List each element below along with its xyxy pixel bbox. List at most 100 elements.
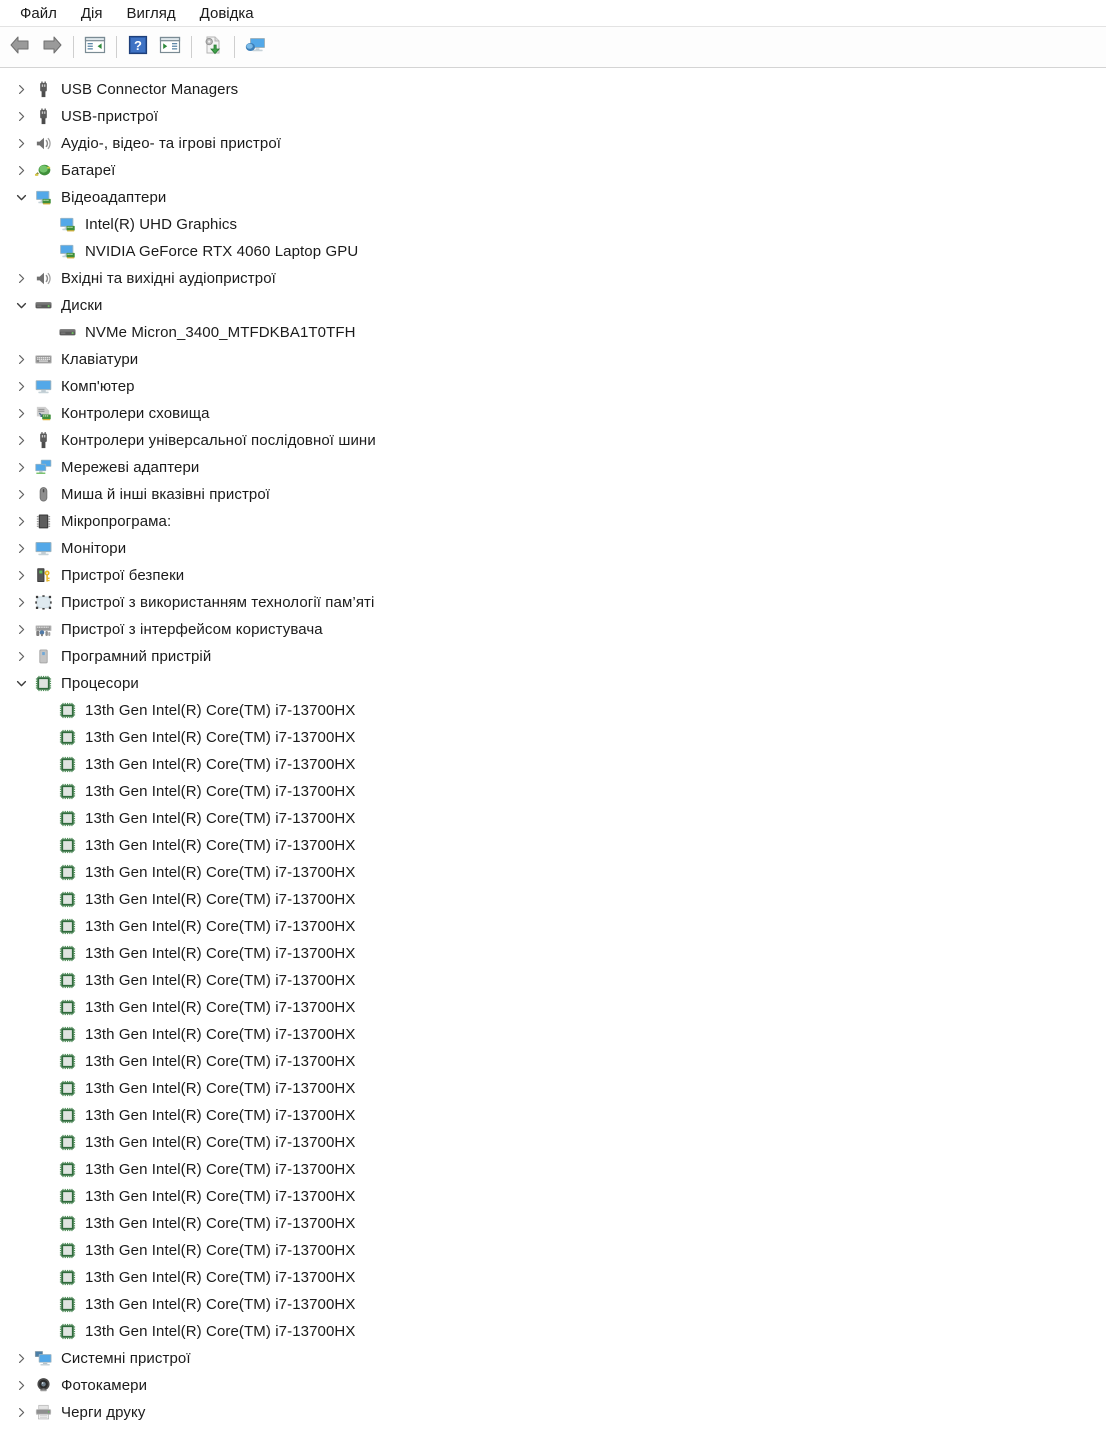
processor-chip-icon	[33, 674, 53, 694]
tree-item-label: Черги друку	[61, 1404, 146, 1421]
chevron-right-icon[interactable]	[9, 543, 33, 554]
update-driver-button[interactable]	[197, 32, 229, 62]
chevron-down-icon[interactable]	[9, 192, 33, 203]
tree-item-processor-core[interactable]: 13th Gen Intel(R) Core(TM) i7-13700HX	[0, 886, 1106, 913]
chevron-right-icon[interactable]	[9, 516, 33, 527]
properties-button[interactable]	[154, 32, 186, 62]
tree-item-processor-core[interactable]: 13th Gen Intel(R) Core(TM) i7-13700HX	[0, 994, 1106, 1021]
tree-item-processor-core[interactable]: 13th Gen Intel(R) Core(TM) i7-13700HX	[0, 697, 1106, 724]
tree-item-firmware[interactable]: Мікропрограма:	[0, 508, 1106, 535]
help-button[interactable]: ?	[122, 32, 154, 62]
device-tree: USB Connector Managers USB-пристрої Ауді…	[0, 71, 1106, 1426]
back-button[interactable]	[4, 32, 36, 62]
tree-item-memory-technology-devices[interactable]: Пристрої з використанням технології пам’…	[0, 589, 1106, 616]
tree-item-storage-controllers[interactable]: Контролери сховища	[0, 400, 1106, 427]
tree-item-processor-core[interactable]: 13th Gen Intel(R) Core(TM) i7-13700HX	[0, 1291, 1106, 1318]
tree-item-processor-core[interactable]: 13th Gen Intel(R) Core(TM) i7-13700HX	[0, 805, 1106, 832]
tree-item-processor-core[interactable]: 13th Gen Intel(R) Core(TM) i7-13700HX	[0, 1237, 1106, 1264]
tree-item-usb-controllers[interactable]: Контролери універсальної послідовної шин…	[0, 427, 1106, 454]
tree-item-batteries[interactable]: Батареї	[0, 157, 1106, 184]
chevron-right-icon[interactable]	[9, 273, 33, 284]
tree-item-disk-drives[interactable]: Диски	[0, 292, 1106, 319]
chevron-right-icon[interactable]	[9, 570, 33, 581]
tree-item-network-adapters[interactable]: Мережеві адаптери	[0, 454, 1106, 481]
tree-item-processor-core[interactable]: 13th Gen Intel(R) Core(TM) i7-13700HX	[0, 1021, 1106, 1048]
device-tree-panel[interactable]: USB Connector Managers USB-пристрої Ауді…	[0, 70, 1106, 1449]
tree-item-processor-core[interactable]: 13th Gen Intel(R) Core(TM) i7-13700HX	[0, 1318, 1106, 1345]
tree-item-processor-core[interactable]: 13th Gen Intel(R) Core(TM) i7-13700HX	[0, 751, 1106, 778]
menu-help[interactable]: Довідка	[188, 3, 266, 24]
tree-item-audio-video-game-controllers[interactable]: Аудіо-, відео- та ігрові пристрої	[0, 130, 1106, 157]
tree-item-mice-pointing-devices[interactable]: Миша й інші вказівні пристрої	[0, 481, 1106, 508]
tree-item-human-interface-devices[interactable]: Пристрої з інтерфейсом користувача	[0, 616, 1106, 643]
chevron-right-icon[interactable]	[9, 381, 33, 392]
tree-item-processor-core[interactable]: 13th Gen Intel(R) Core(TM) i7-13700HX	[0, 724, 1106, 751]
tree-item-display-adapters[interactable]: Відеоадаптери	[0, 184, 1106, 211]
tree-item-label: Миша й інші вказівні пристрої	[61, 486, 271, 503]
tree-item-label: Мікропрограма:	[61, 513, 172, 530]
tree-item-label: 13th Gen Intel(R) Core(TM) i7-13700HX	[85, 1242, 356, 1259]
tree-item-label: 13th Gen Intel(R) Core(TM) i7-13700HX	[85, 756, 356, 773]
tree-item-processor-core[interactable]: 13th Gen Intel(R) Core(TM) i7-13700HX	[0, 1210, 1106, 1237]
tree-item-monitors[interactable]: Монітори	[0, 535, 1106, 562]
tree-item-keyboards[interactable]: Клавіатури	[0, 346, 1106, 373]
tree-item-usb-connector-managers[interactable]: USB Connector Managers	[0, 76, 1106, 103]
chevron-right-icon[interactable]	[9, 435, 33, 446]
chevron-right-icon[interactable]	[9, 624, 33, 635]
chevron-right-icon[interactable]	[9, 84, 33, 95]
processor-chip-icon	[57, 971, 77, 991]
tree-item-processor-core[interactable]: 13th Gen Intel(R) Core(TM) i7-13700HX	[0, 778, 1106, 805]
tree-item-security-devices[interactable]: Пристрої безпеки	[0, 562, 1106, 589]
tree-item-nvme-micron-3400[interactable]: NVMe Micron_3400_MTFDKBA1T0TFH	[0, 319, 1106, 346]
chevron-right-icon[interactable]	[9, 651, 33, 662]
tree-item-processor-core[interactable]: 13th Gen Intel(R) Core(TM) i7-13700HX	[0, 1183, 1106, 1210]
menu-action[interactable]: Дія	[69, 3, 115, 24]
menu-view[interactable]: Вигляд	[115, 3, 188, 24]
chevron-right-icon[interactable]	[9, 489, 33, 500]
tree-item-processor-core[interactable]: 13th Gen Intel(R) Core(TM) i7-13700HX	[0, 1102, 1106, 1129]
chevron-right-icon[interactable]	[9, 1353, 33, 1364]
tree-item-processor-core[interactable]: 13th Gen Intel(R) Core(TM) i7-13700HX	[0, 913, 1106, 940]
forward-button[interactable]	[36, 32, 68, 62]
menu-file[interactable]: Файл	[8, 3, 69, 24]
tree-item-processors[interactable]: Процесори	[0, 670, 1106, 697]
show-hide-tree-button[interactable]	[79, 32, 111, 62]
chevron-right-icon[interactable]	[9, 138, 33, 149]
tree-item-usb-devices[interactable]: USB-пристрої	[0, 103, 1106, 130]
chevron-right-icon[interactable]	[9, 462, 33, 473]
tree-item-processor-core[interactable]: 13th Gen Intel(R) Core(TM) i7-13700HX	[0, 940, 1106, 967]
tree-item-processor-core[interactable]: 13th Gen Intel(R) Core(TM) i7-13700HX	[0, 1048, 1106, 1075]
tree-item-processor-core[interactable]: 13th Gen Intel(R) Core(TM) i7-13700HX	[0, 832, 1106, 859]
tree-item-print-queues[interactable]: Черги друку	[0, 1399, 1106, 1426]
chevron-down-icon[interactable]	[9, 678, 33, 689]
tree-item-processor-core[interactable]: 13th Gen Intel(R) Core(TM) i7-13700HX	[0, 1156, 1106, 1183]
chevron-right-icon[interactable]	[9, 408, 33, 419]
toolbar-separator	[234, 36, 235, 58]
chevron-down-icon[interactable]	[9, 300, 33, 311]
tree-item-processor-core[interactable]: 13th Gen Intel(R) Core(TM) i7-13700HX	[0, 859, 1106, 886]
chevron-right-icon[interactable]	[9, 111, 33, 122]
tree-item-system-devices[interactable]: Системні пристрої	[0, 1345, 1106, 1372]
tree-item-computer[interactable]: Комп'ютер	[0, 373, 1106, 400]
tree-item-cameras[interactable]: Фотокамери	[0, 1372, 1106, 1399]
system-devices-icon	[33, 1349, 53, 1369]
tree-item-label: Intel(R) UHD Graphics	[85, 216, 238, 233]
tree-item-audio-inputs-outputs[interactable]: Вхідні та вихідні аудіопристрої	[0, 265, 1106, 292]
chevron-right-icon[interactable]	[9, 1407, 33, 1418]
tree-item-label: 13th Gen Intel(R) Core(TM) i7-13700HX	[85, 1215, 356, 1232]
chevron-right-icon[interactable]	[9, 165, 33, 176]
chevron-right-icon[interactable]	[9, 597, 33, 608]
tree-item-processor-core[interactable]: 13th Gen Intel(R) Core(TM) i7-13700HX	[0, 1075, 1106, 1102]
tree-item-label: USB Connector Managers	[61, 81, 239, 98]
tree-item-processor-core[interactable]: 13th Gen Intel(R) Core(TM) i7-13700HX	[0, 1264, 1106, 1291]
tree-item-intel-uhd-graphics[interactable]: Intel(R) UHD Graphics	[0, 211, 1106, 238]
tree-item-software-devices[interactable]: Програмний пристрій	[0, 643, 1106, 670]
scan-hardware-button[interactable]	[240, 32, 272, 62]
chevron-right-icon[interactable]	[9, 354, 33, 365]
chevron-right-icon[interactable]	[9, 1380, 33, 1391]
tree-item-nvidia-geforce-rtx-4060[interactable]: NVIDIA GeForce RTX 4060 Laptop GPU	[0, 238, 1106, 265]
tree-item-processor-core[interactable]: 13th Gen Intel(R) Core(TM) i7-13700HX	[0, 967, 1106, 994]
tree-item-processor-core[interactable]: 13th Gen Intel(R) Core(TM) i7-13700HX	[0, 1129, 1106, 1156]
tree-item-label: 13th Gen Intel(R) Core(TM) i7-13700HX	[85, 1107, 356, 1124]
tree-item-label: Аудіо-, відео- та ігрові пристрої	[61, 135, 282, 152]
